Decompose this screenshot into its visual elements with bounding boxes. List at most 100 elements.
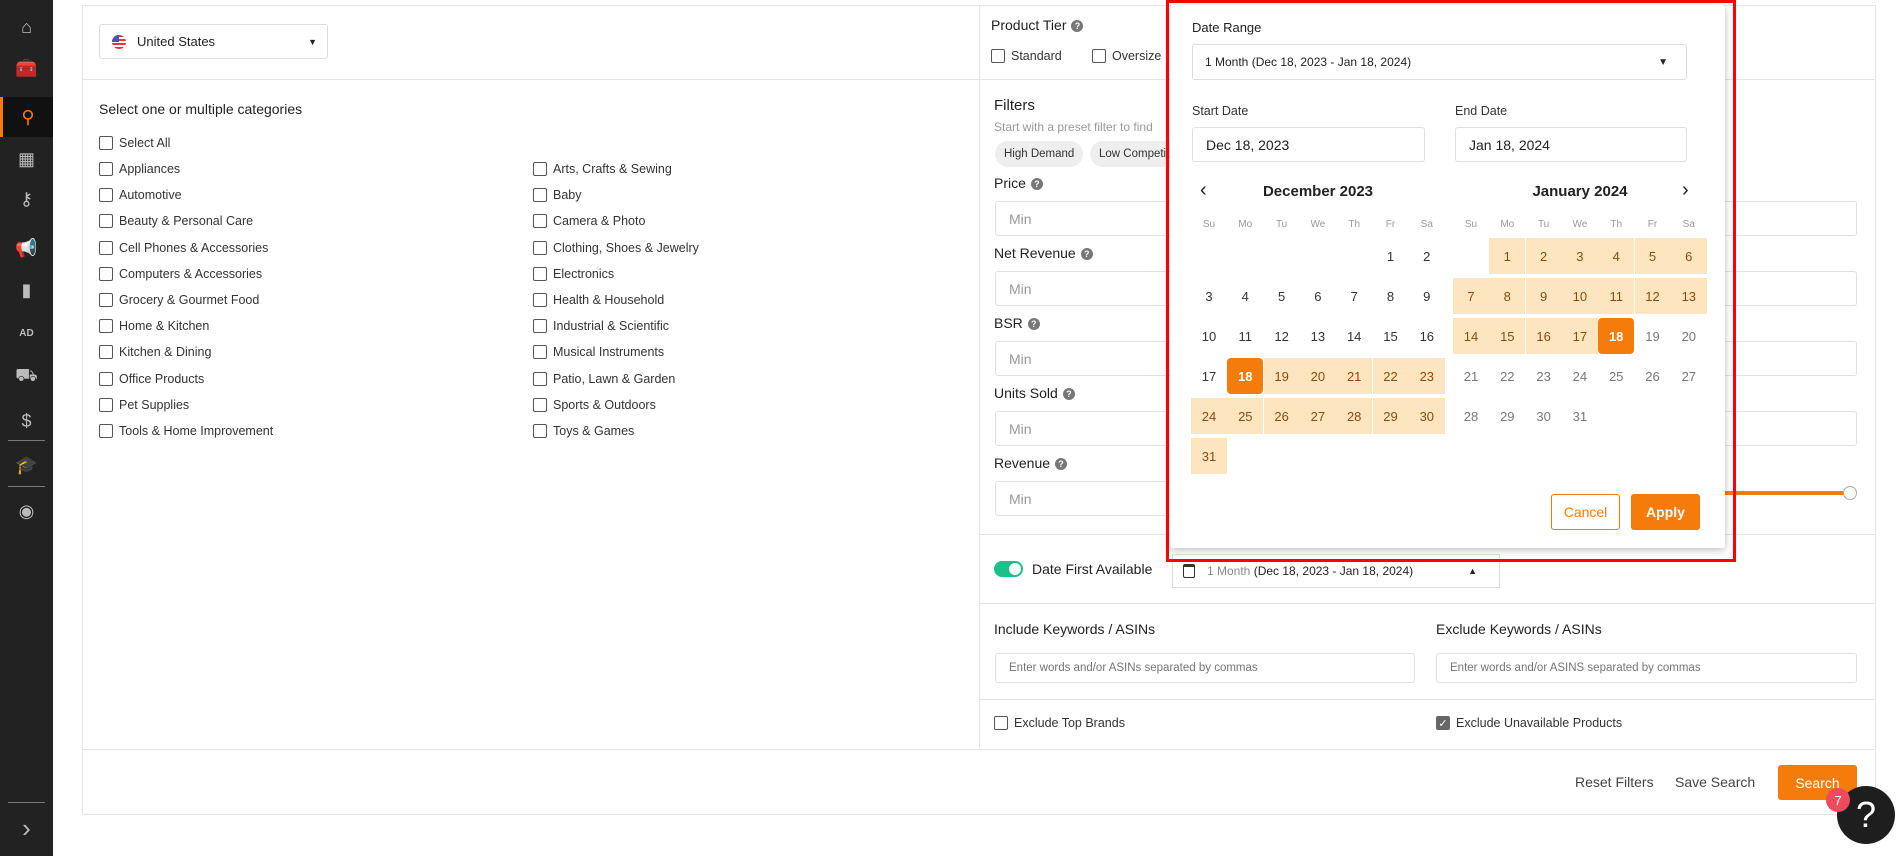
checkbox[interactable] [533, 214, 547, 229]
calendar-day[interactable]: 13 [1300, 318, 1336, 354]
checkbox[interactable] [533, 319, 547, 334]
calendar-day[interactable]: 16 [1525, 318, 1562, 354]
calendar-day[interactable]: 30 [1408, 398, 1445, 434]
calendar-day[interactable]: 15 [1489, 318, 1526, 354]
calendar-day[interactable]: 19 [1635, 318, 1671, 354]
checkbox[interactable] [99, 266, 113, 281]
chrome-icon[interactable]: ◉ [0, 491, 53, 531]
start-date-input[interactable]: Dec 18, 2023 [1192, 127, 1425, 162]
calendar-day[interactable]: 3 [1561, 238, 1598, 274]
product-research-icon[interactable]: ⚲ [0, 97, 53, 137]
category-checkbox[interactable]: Camera & Photo [533, 214, 645, 229]
calendar-day[interactable]: 22 [1489, 358, 1525, 394]
checkbox[interactable] [99, 424, 113, 438]
select-all-checkbox[interactable]: Select All [99, 136, 170, 150]
calendar-day[interactable]: 27 [1671, 358, 1707, 394]
checkbox[interactable] [533, 397, 547, 412]
calendar-day[interactable]: 18 [1598, 318, 1635, 354]
calendar-day[interactable]: 7 [1336, 278, 1372, 314]
calendar-day[interactable]: 4 [1227, 278, 1263, 314]
calendar-day[interactable]: 14 [1453, 318, 1489, 354]
calendar-day[interactable]: 31 [1191, 438, 1227, 474]
calendar-day[interactable]: 14 [1336, 318, 1372, 354]
hand-box-icon[interactable]: ⛟ [0, 357, 53, 397]
exclude-keywords-input[interactable] [1436, 653, 1857, 683]
checkbox[interactable] [533, 293, 547, 307]
key-icon[interactable]: ⚷ [0, 179, 53, 219]
prev-month-icon[interactable]: ‹ [1200, 179, 1207, 202]
category-checkbox[interactable]: Home & Kitchen [99, 319, 209, 334]
calendar-day[interactable]: 2 [1525, 238, 1562, 274]
calendar-day[interactable]: 8 [1489, 278, 1526, 314]
date-first-available-toggle[interactable] [994, 561, 1023, 577]
calendar-day[interactable]: 9 [1409, 278, 1445, 314]
preset-high-demand[interactable]: High Demand [995, 141, 1084, 167]
calendar-day[interactable]: 12 [1264, 318, 1300, 354]
graduation-cap-icon[interactable]: 🎓 [0, 445, 53, 485]
calendar-day[interactable]: 18 [1227, 358, 1264, 394]
calendar-day[interactable]: 10 [1561, 278, 1598, 314]
calendar-day[interactable]: 2 [1409, 238, 1445, 274]
calendar-day[interactable]: 27 [1299, 398, 1336, 434]
checkbox[interactable] [99, 293, 113, 307]
calendar-day[interactable]: 12 [1634, 278, 1671, 314]
category-checkbox[interactable]: Health & Household [533, 293, 664, 307]
exclude-top-brands-checkbox[interactable]: Exclude Top Brands [994, 716, 1125, 730]
checkbox[interactable] [99, 214, 113, 229]
calendar-day[interactable]: 29 [1372, 398, 1409, 434]
category-checkbox[interactable]: Beauty & Personal Care [99, 214, 253, 229]
category-checkbox[interactable]: Office Products [99, 371, 204, 386]
calendar-day[interactable]: 24 [1562, 358, 1598, 394]
category-checkbox[interactable]: Appliances [99, 162, 180, 176]
calendar-day[interactable]: 6 [1670, 238, 1707, 274]
tier-standard-checkbox[interactable]: Standard [991, 49, 1062, 63]
apply-button[interactable]: Apply [1631, 494, 1700, 530]
calendar-day[interactable]: 13 [1670, 278, 1707, 314]
calendar-day[interactable]: 16 [1409, 318, 1445, 354]
checkbox[interactable] [533, 162, 547, 176]
money-cycle-icon[interactable]: $ [0, 401, 53, 441]
date-range-preset-select[interactable]: 1 Month (Dec 18, 2023 - Jan 18, 2024) ▼ [1192, 44, 1687, 80]
toolbox-icon[interactable]: 🧰 [0, 48, 53, 88]
calendar-day[interactable]: 23 [1408, 358, 1445, 394]
calendar-day[interactable]: 8 [1373, 278, 1409, 314]
calendar-day[interactable]: 5 [1634, 238, 1671, 274]
category-checkbox[interactable]: Grocery & Gourmet Food [99, 293, 259, 307]
calendar-day[interactable]: 28 [1336, 398, 1373, 434]
checkbox[interactable] [533, 345, 547, 360]
help-icon[interactable]: ? [1027, 318, 1040, 330]
calendar-day[interactable]: 9 [1525, 278, 1562, 314]
bar-chart-icon[interactable]: ▮ [0, 270, 53, 310]
calendar-day[interactable]: 29 [1489, 398, 1525, 434]
checkbox[interactable] [99, 371, 113, 386]
checkbox[interactable] [99, 345, 113, 360]
calendar-day[interactable]: 21 [1453, 358, 1489, 394]
next-month-icon[interactable]: › [1682, 179, 1689, 202]
calendar-day[interactable]: 3 [1191, 278, 1227, 314]
calendar-day[interactable]: 1 [1489, 238, 1526, 274]
category-checkbox[interactable]: Computers & Accessories [99, 266, 262, 281]
checkbox[interactable] [99, 136, 113, 150]
end-date-input[interactable]: Jan 18, 2024 [1455, 127, 1687, 162]
category-checkbox[interactable]: Tools & Home Improvement [99, 424, 273, 438]
checkbox[interactable] [533, 188, 547, 203]
calendar-day[interactable]: 6 [1300, 278, 1336, 314]
category-checkbox[interactable]: Sports & Outdoors [533, 397, 656, 412]
calendar-day[interactable]: 25 [1598, 358, 1634, 394]
calendar-day[interactable]: 17 [1561, 318, 1598, 354]
category-checkbox[interactable]: Patio, Lawn & Garden [533, 371, 675, 386]
calendar-day[interactable]: 28 [1453, 398, 1489, 434]
help-icon[interactable]: ? [1080, 248, 1093, 260]
calendar-day[interactable]: 11 [1227, 318, 1263, 354]
checkbox[interactable] [99, 397, 113, 412]
tier-oversize-checkbox[interactable]: Oversize [1092, 49, 1161, 63]
calendar-day[interactable]: 20 [1299, 358, 1336, 394]
category-checkbox[interactable]: Automotive [99, 188, 182, 203]
help-icon[interactable]: ? [1055, 458, 1068, 470]
calendar-day[interactable]: 15 [1373, 318, 1409, 354]
home-icon[interactable]: ⌂ [0, 7, 53, 47]
ad-icon[interactable]: AD [0, 313, 53, 353]
calendar-day[interactable]: 5 [1264, 278, 1300, 314]
warehouse-icon[interactable]: ▦ [0, 139, 53, 179]
calendar-day[interactable]: 11 [1598, 278, 1635, 314]
